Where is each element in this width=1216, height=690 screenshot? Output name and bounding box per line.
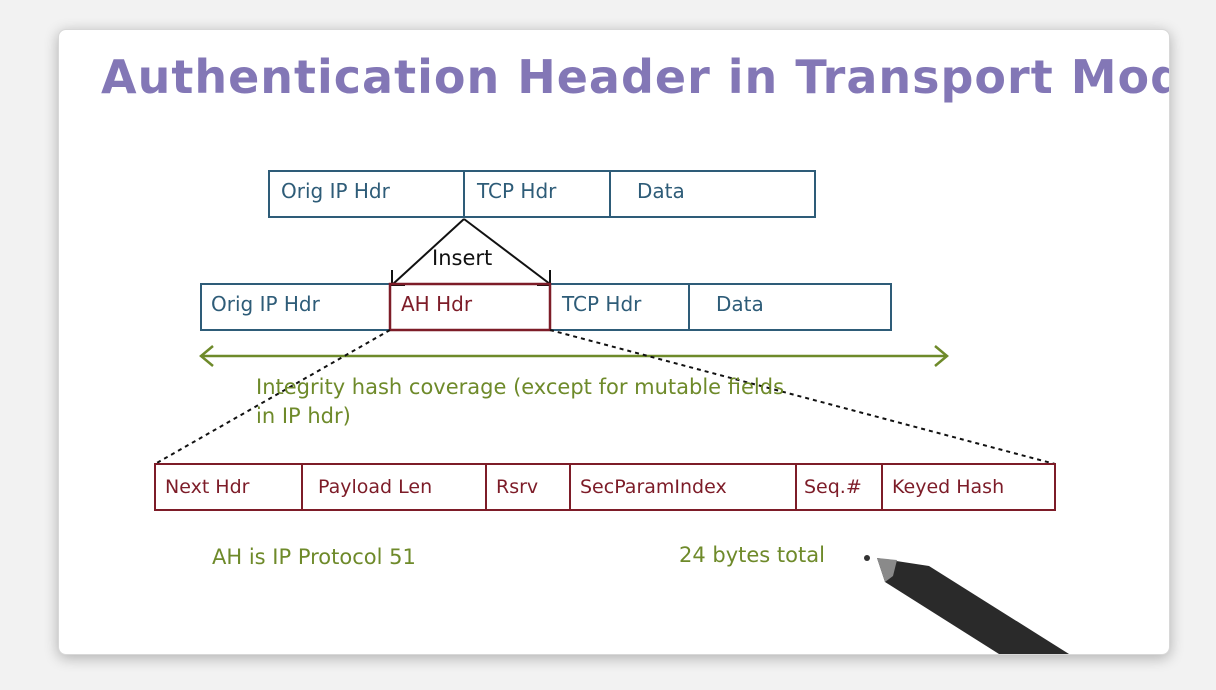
- orig-packet-field-data: Data: [637, 179, 685, 203]
- insert-label: Insert: [432, 246, 493, 270]
- coverage-label-line2: in IP hdr): [256, 404, 351, 428]
- ah-packet-field-ip-hdr: Orig IP Hdr: [211, 292, 320, 316]
- orig-packet-field-tcp-hdr: TCP Hdr: [477, 179, 557, 203]
- ah-field-keyed-hash: Keyed Hash: [892, 476, 1005, 498]
- ah-packet-field-ah-hdr: AH Hdr: [401, 292, 473, 316]
- ah-field-seq: Seq.#: [804, 476, 862, 498]
- note-size: 24 bytes total: [679, 543, 825, 567]
- ah-packet-field-tcp-hdr: TCP Hdr: [562, 292, 642, 316]
- slide: Authentication Header in Transport Mode …: [58, 29, 1170, 655]
- ah-field-payload-len: Payload Len: [318, 476, 433, 498]
- orig-packet-field-ip-hdr: Orig IP Hdr: [281, 179, 390, 203]
- pen-icon: [864, 555, 1069, 654]
- note-protocol: AH is IP Protocol 51: [212, 545, 416, 569]
- ah-field-sec-param-index: SecParamIndex: [580, 476, 727, 498]
- coverage-label-line1: Integrity hash coverage (except for muta…: [256, 375, 785, 399]
- page-title: Authentication Header in Transport Mode: [101, 50, 1170, 104]
- ah-packet-field-data: Data: [716, 292, 764, 316]
- ah-field-rsrv: Rsrv: [496, 476, 539, 498]
- ah-field-next-hdr: Next Hdr: [165, 476, 250, 498]
